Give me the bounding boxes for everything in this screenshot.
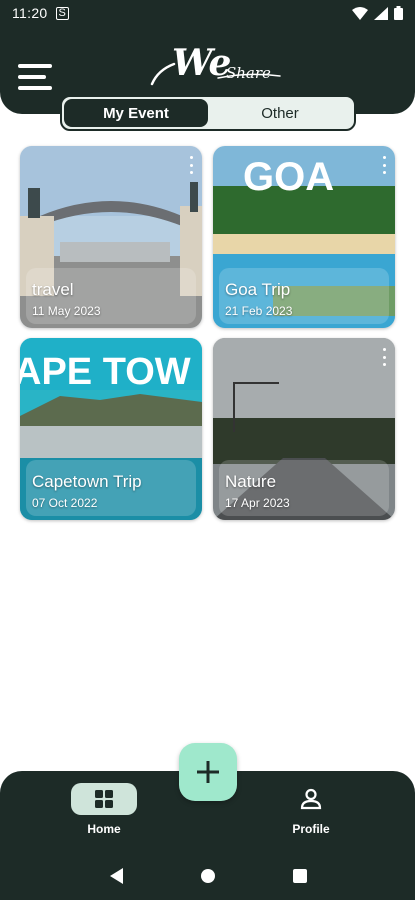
more-options-icon[interactable]	[188, 156, 194, 174]
battery-icon	[394, 6, 403, 20]
event-title: Nature	[225, 472, 277, 491]
app-logo: We Share	[148, 40, 288, 90]
event-date: 07 Oct 2022	[32, 496, 98, 510]
event-card-travel[interactable]: travel 11 May 2023	[20, 146, 202, 328]
home-icon	[71, 783, 137, 815]
event-card-goa[interactable]: GOA Goa Trip 21 Feb 2023	[213, 146, 395, 328]
nav-profile[interactable]: Profile	[280, 783, 342, 836]
back-icon[interactable]	[108, 867, 124, 885]
tab-my-event[interactable]: My Event	[64, 99, 208, 127]
logo-share-text: Share	[226, 64, 271, 82]
system-nav	[0, 852, 415, 900]
nav-profile-label: Profile	[292, 822, 330, 836]
event-card-nature[interactable]: Nature 17 Apr 2023	[213, 338, 395, 520]
plus-icon	[197, 761, 219, 783]
event-title: travel	[32, 280, 74, 299]
event-date: 11 May 2023	[32, 304, 101, 318]
recents-icon[interactable]	[292, 869, 307, 883]
profile-icon	[291, 783, 331, 815]
add-event-button[interactable]	[179, 743, 237, 801]
sim-icon: S	[55, 6, 69, 20]
nav-home[interactable]: Home	[70, 783, 138, 836]
logo-we-text: We	[172, 42, 231, 84]
status-icons	[352, 6, 403, 20]
cellular-signal-icon	[374, 6, 388, 20]
home-circle-icon[interactable]	[200, 868, 216, 884]
event-title: Goa Trip	[225, 280, 291, 299]
capetown-image-text: APE TOW	[20, 351, 191, 393]
event-card-capetown[interactable]: APE TOW Capetown Trip 07 Oct 2022	[20, 338, 202, 520]
event-date: 21 Feb 2023	[225, 304, 293, 318]
nav-home-label: Home	[87, 822, 121, 836]
wifi-icon	[352, 6, 368, 20]
event-date: 17 Apr 2023	[225, 496, 290, 510]
status-bar: 11:20 S	[0, 0, 415, 26]
status-time: 11:20	[12, 5, 48, 21]
goa-image-text: GOA	[243, 155, 334, 199]
more-options-icon[interactable]	[381, 348, 387, 366]
menu-icon[interactable]	[18, 64, 54, 90]
event-tabs: My Event Other	[60, 95, 356, 131]
tab-other[interactable]: Other	[208, 99, 352, 127]
more-options-icon[interactable]	[381, 156, 387, 174]
event-title: Capetown Trip	[32, 472, 142, 491]
